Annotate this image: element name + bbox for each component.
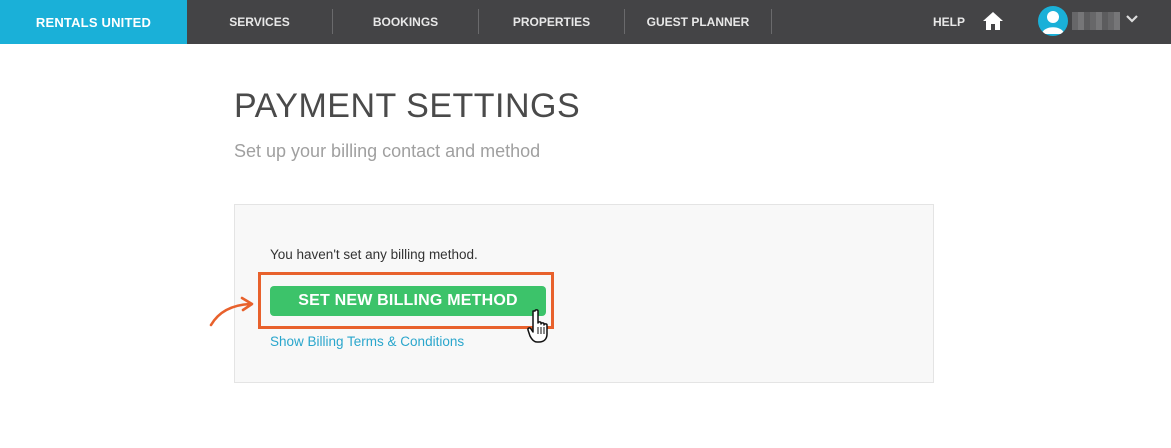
user-name-redacted[interactable] [1072, 12, 1120, 30]
help-link[interactable]: HELP [933, 0, 965, 44]
chevron-down-icon[interactable] [1126, 14, 1138, 24]
brand-logo[interactable]: RENTALS UNITED [0, 0, 187, 44]
top-navigation-bar: RENTALS UNITED SERVICES BOOKINGS PROPERT… [0, 0, 1171, 44]
nav-item-properties[interactable]: PROPERTIES [479, 0, 624, 44]
billing-terms-link[interactable]: Show Billing Terms & Conditions [270, 334, 464, 349]
hand-cursor-icon [527, 309, 548, 343]
home-icon[interactable] [982, 11, 1004, 31]
no-billing-message: You haven't set any billing method. [270, 247, 478, 262]
set-billing-method-button[interactable]: SET NEW BILLING METHOD [270, 286, 546, 316]
nav-divider [771, 9, 772, 34]
nav-item-services[interactable]: SERVICES [187, 0, 332, 44]
nav-item-guest-planner[interactable]: GUEST PLANNER [625, 0, 771, 44]
page-subtitle: Set up your billing contact and method [234, 141, 541, 161]
page-title: PAYMENT SETTINGS [234, 87, 581, 125]
user-avatar-icon[interactable] [1038, 6, 1068, 36]
nav-item-bookings[interactable]: BOOKINGS [333, 0, 478, 44]
arrow-annotation-icon [209, 296, 254, 327]
